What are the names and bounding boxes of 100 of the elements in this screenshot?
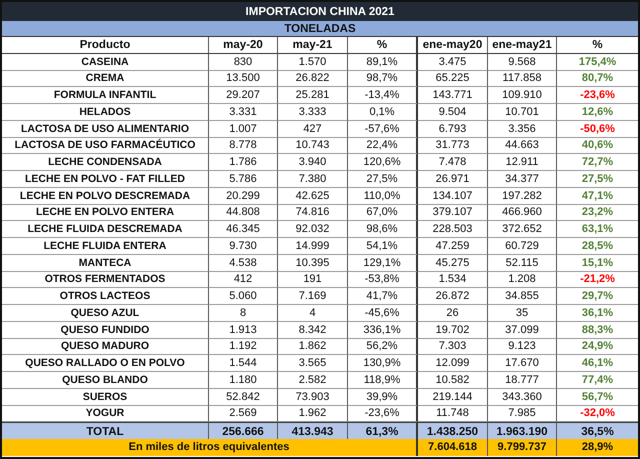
column-header: ene-may21 <box>488 37 557 54</box>
table-cell: 63,1% <box>557 221 638 238</box>
table-cell: 67,0% <box>348 204 418 222</box>
table-cell: 130,9% <box>348 355 418 372</box>
table-cell: 6.793 <box>418 120 488 138</box>
table-cell: 7.478 <box>418 154 488 171</box>
table-cell: 41,7% <box>348 288 418 305</box>
table-cell: 35 <box>488 305 557 322</box>
table-cell: 80,7% <box>557 70 638 88</box>
table-cell: SUEROS <box>2 388 209 406</box>
table-cell: 74.816 <box>278 204 348 222</box>
table-cell: 1.208 <box>488 272 557 288</box>
table-cell: LECHE FLUIDA ENTERA <box>2 238 209 255</box>
table-cell: 3.940 <box>278 154 348 171</box>
table-cell: 26 <box>418 305 488 322</box>
table-cell: 29,7% <box>557 288 638 305</box>
table-cell: 117.858 <box>488 70 557 88</box>
table-cell: QUESO RALLADO O EN POLVO <box>2 355 209 372</box>
table-cell: 37.099 <box>488 322 557 338</box>
table-cell: 372.652 <box>488 221 557 238</box>
table-cell: 88,3% <box>557 322 638 338</box>
table-cell: 34.855 <box>488 288 557 305</box>
table-cell: 14.999 <box>278 238 348 255</box>
table-cell: 46,1% <box>557 355 638 372</box>
table-cell: QUESO FUNDIDO <box>2 322 209 338</box>
table-cell: LECHE CONDENSADA <box>2 154 209 171</box>
table-cell: 1.570 <box>278 54 348 70</box>
table-cell: 219.144 <box>418 388 488 406</box>
table-cell: 44.808 <box>209 204 278 222</box>
table-cell: 36,1% <box>557 305 638 322</box>
table-cell: -53,8% <box>348 272 418 288</box>
equivalent-label: En miles de litros equivalentes <box>2 439 418 456</box>
table-cell: QUESO BLANDO <box>2 372 209 389</box>
table-cell: -13,4% <box>348 87 418 104</box>
table-cell: 2.582 <box>278 372 348 389</box>
table-cell: 56,2% <box>348 338 418 356</box>
table-cell: 52.842 <box>209 388 278 406</box>
table-cell: MANTECA <box>2 254 209 272</box>
table-cell: LECHE EN POLVO ENTERA <box>2 204 209 222</box>
table-cell: 18.777 <box>488 372 557 389</box>
table-cell: LECHE EN POLVO - FAT FILLED <box>2 171 209 188</box>
table-cell: 52.115 <box>488 254 557 272</box>
table-cell: 56,7% <box>557 388 638 406</box>
table-cell: 39,9% <box>348 388 418 406</box>
table-cell: 24,9% <box>557 338 638 356</box>
unit-band: TONELADAS <box>2 21 638 37</box>
table-cell: 7.380 <box>278 171 348 188</box>
table-cell: 9.568 <box>488 54 557 70</box>
table-cell: 1.534 <box>418 272 488 288</box>
table-cell: 12.099 <box>418 355 488 372</box>
table-cell: 3.565 <box>278 355 348 372</box>
table-cell: OTROS FERMENTADOS <box>2 272 209 288</box>
table-cell: 44.663 <box>488 138 557 154</box>
table-cell: 31.773 <box>418 138 488 154</box>
table-cell: 98,7% <box>348 70 418 88</box>
table-cell: 25.281 <box>278 87 348 104</box>
column-header: may-21 <box>278 37 348 54</box>
table-cell: 77,4% <box>557 372 638 389</box>
table-cell: LACTOSA DE USO ALIMENTARIO <box>2 120 209 138</box>
table-cell: 27,5% <box>348 171 418 188</box>
table-cell: 9.504 <box>418 104 488 121</box>
table-cell: 26.971 <box>418 171 488 188</box>
table-cell: -21,2% <box>557 272 638 288</box>
table-cell: 26.822 <box>278 70 348 88</box>
table-cell: CREMA <box>2 70 209 88</box>
table-cell: 5.060 <box>209 288 278 305</box>
table-cell: 0,1% <box>348 104 418 121</box>
table-cell: QUESO AZUL <box>2 305 209 322</box>
table-cell: 1.007 <box>209 120 278 138</box>
table-cell: 336,1% <box>348 322 418 338</box>
table-cell: 45.275 <box>418 254 488 272</box>
table-cell: 175,4% <box>557 54 638 70</box>
table-cell: 65.225 <box>418 70 488 88</box>
table-cell: 3.333 <box>278 104 348 121</box>
table-cell: 3.356 <box>488 120 557 138</box>
table-cell: 29.207 <box>209 87 278 104</box>
table-cell: 8.778 <box>209 138 278 154</box>
table-cell: HELADOS <box>2 104 209 121</box>
table-cell: 1.786 <box>209 154 278 171</box>
table-cell: 5.786 <box>209 171 278 188</box>
column-header: % <box>348 37 418 54</box>
table-cell: FORMULA INFANTIL <box>2 87 209 104</box>
table-cell: 20.299 <box>209 188 278 204</box>
equivalent-cell: 28,9% <box>557 439 638 456</box>
table-cell: QUESO MADURO <box>2 338 209 356</box>
table-cell: 92.032 <box>278 221 348 238</box>
table-cell: 10.395 <box>278 254 348 272</box>
table-cell: 191 <box>278 272 348 288</box>
table-cell: 10.743 <box>278 138 348 154</box>
table-cell: -23,6% <box>557 87 638 104</box>
table-cell: 110,0% <box>348 188 418 204</box>
table-cell: 129,1% <box>348 254 418 272</box>
table-cell: 89,1% <box>348 54 418 70</box>
table-cell: 72,7% <box>557 154 638 171</box>
table-cell: 4 <box>278 305 348 322</box>
table-cell: 427 <box>278 120 348 138</box>
table-cell: 118,9% <box>348 372 418 389</box>
table-cell: 8 <box>209 305 278 322</box>
table-cell: 1.913 <box>209 322 278 338</box>
table-cell: 42.625 <box>278 188 348 204</box>
